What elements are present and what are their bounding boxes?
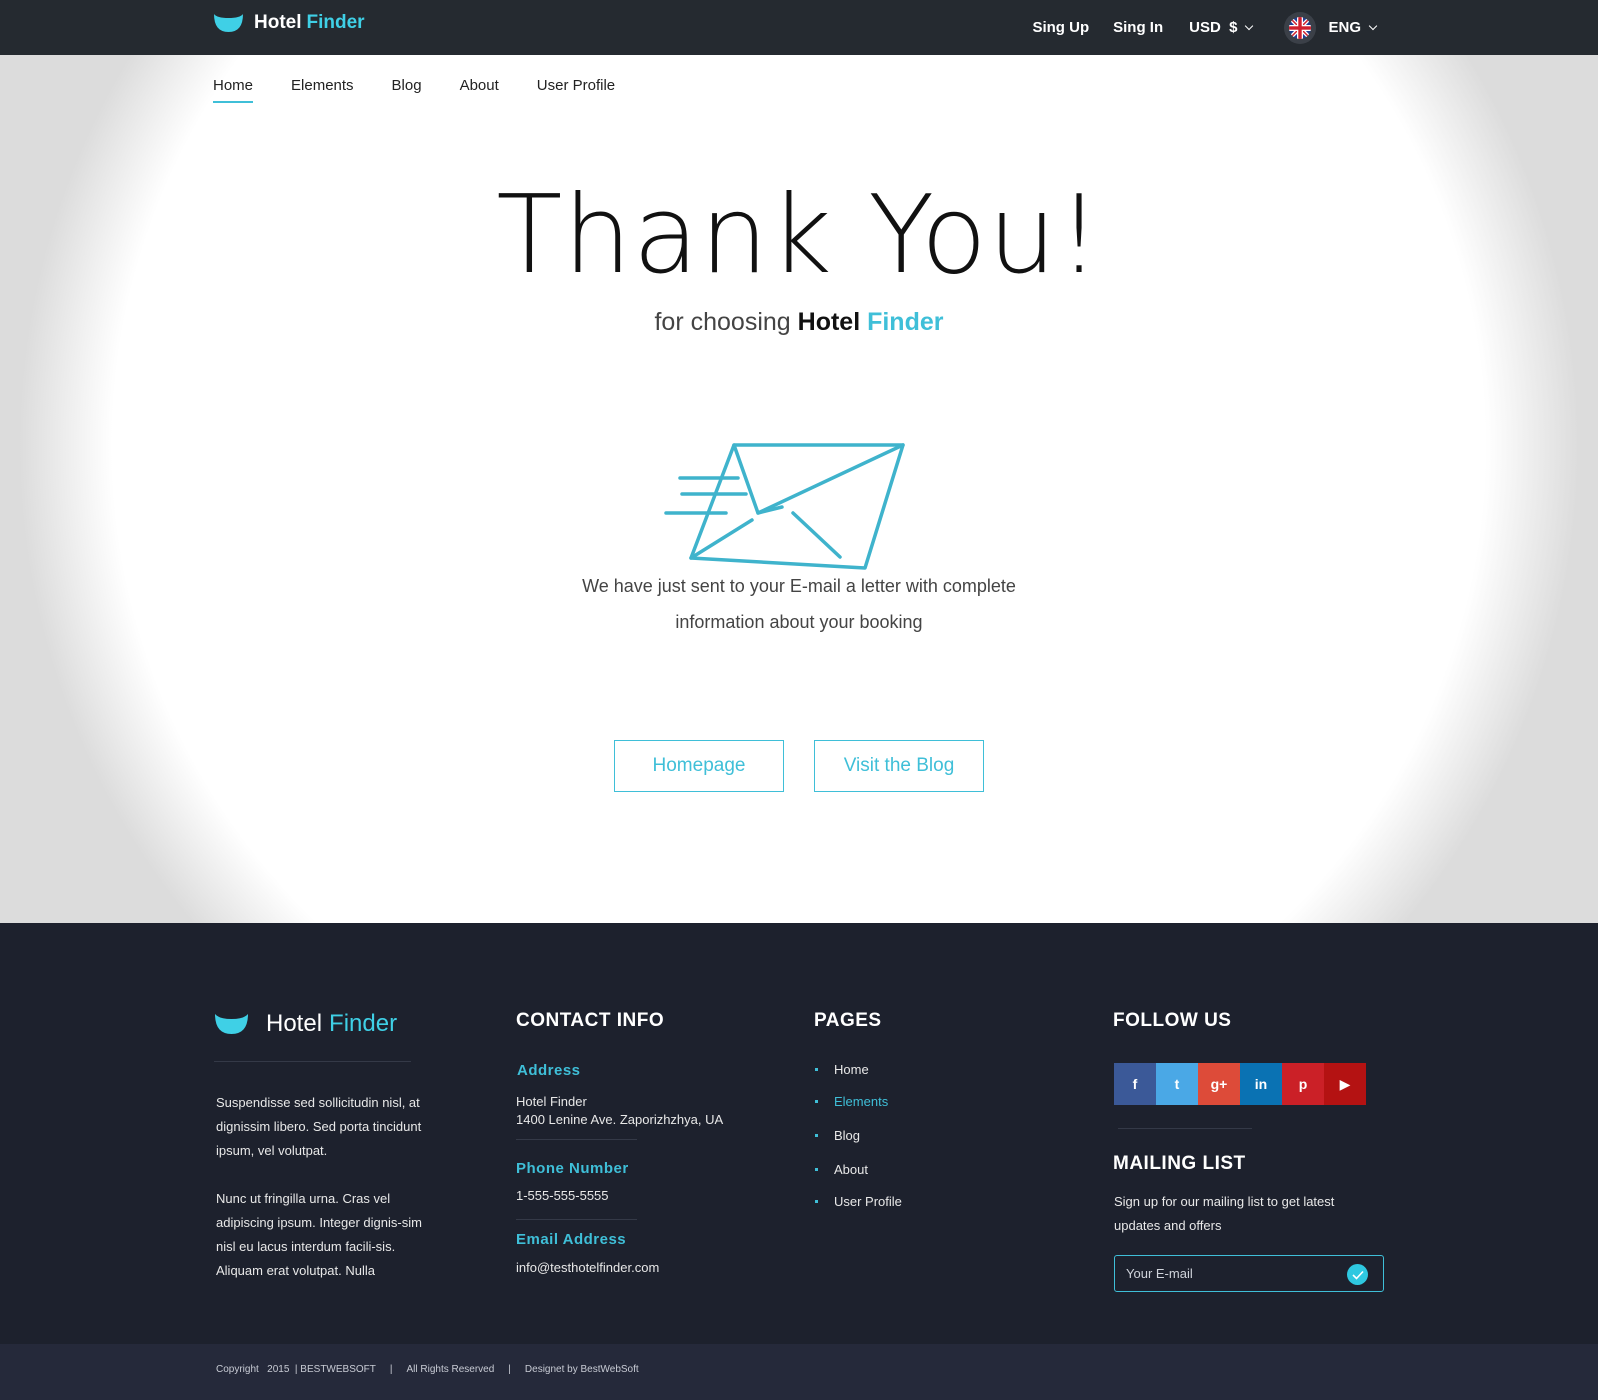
footer-link-elements[interactable]: Elements	[815, 1092, 902, 1110]
nav-item-home[interactable]: Home	[213, 77, 254, 103]
footer-brand-hotel: Hotel	[266, 1010, 323, 1037]
top-links: Sing Up Sing In USD $ ENG	[1008, 0, 1378, 55]
copyright-part-1: Copyright 2015 | BESTWEBSOFT	[216, 1364, 376, 1375]
linkedin-button[interactable]: in	[1240, 1063, 1282, 1105]
main-content: Home Elements Blog About User Profile Th…	[0, 55, 1598, 923]
main-nav: Home Elements Blog About User Profile	[213, 77, 653, 103]
address-text: Hotel Finder 1400 Lenine Ave. Zaporizhzh…	[516, 1093, 723, 1129]
checkmark-icon	[1351, 1270, 1364, 1280]
newsletter-form	[1114, 1255, 1384, 1292]
email-label: Email Address	[516, 1231, 627, 1248]
footer-brand-finder: Finder	[329, 1010, 398, 1037]
linkedin-icon: in	[1254, 1076, 1268, 1092]
subtitle-prefix: for choosing	[654, 308, 791, 336]
bullet-icon	[815, 1099, 818, 1103]
address-label: Address	[517, 1062, 581, 1079]
address-line-1: Hotel Finder	[516, 1094, 587, 1109]
sign-in-link[interactable]: Sing In	[1113, 19, 1163, 36]
brand-word-finder: Finder	[306, 12, 365, 33]
social-links: f t g+ in p ▶	[1114, 1063, 1366, 1105]
footer-link-label: Home	[834, 1061, 869, 1077]
google-plus-icon: g+	[1210, 1076, 1228, 1092]
footer-about-text: Suspendisse sed sollicitudin nisl, at di…	[216, 1091, 426, 1283]
footer-divider	[1118, 1128, 1252, 1129]
subtitle-brand-finder: Finder	[867, 308, 944, 336]
google-plus-button[interactable]: g+	[1198, 1063, 1240, 1105]
bullet-icon	[815, 1133, 818, 1137]
confirmation-message: We have just sent to your E-mail a lette…	[0, 568, 1598, 640]
youtube-button[interactable]: ▶	[1324, 1063, 1366, 1105]
twitter-icon: t	[1174, 1076, 1180, 1092]
copyright-text: Copyright 2015 | BESTWEBSOFT | All Right…	[216, 1364, 653, 1375]
nav-item-elements[interactable]: Elements	[291, 77, 354, 103]
page-title: Thank You!	[496, 173, 1102, 298]
sign-up-link[interactable]: Sing Up	[1032, 19, 1089, 36]
pinterest-icon: p	[1298, 1076, 1308, 1092]
chevron-down-icon	[1245, 21, 1254, 30]
mailing-list-description: Sign up for our mailing list to get late…	[1114, 1194, 1335, 1233]
uk-flag-icon	[1284, 11, 1317, 44]
twitter-button[interactable]: t	[1156, 1063, 1198, 1105]
copyright-bar: Copyright 2015 | BESTWEBSOFT | All Right…	[0, 1344, 1598, 1400]
newsletter-submit-button[interactable]	[1347, 1264, 1368, 1285]
footer-divider	[516, 1219, 637, 1220]
language-label: ENG	[1328, 19, 1361, 36]
copyright-part-2: All Rights Reserved	[406, 1364, 495, 1375]
top-bar: Hotel Finder Sing Up Sing In USD $ ENG	[0, 0, 1598, 55]
bullet-icon	[815, 1167, 818, 1171]
brand-word-hotel: Hotel	[254, 12, 302, 33]
pages-heading: PAGES	[814, 1010, 882, 1031]
envelope-icon	[664, 443, 905, 570]
currency-select[interactable]: USD $	[1189, 19, 1254, 36]
phone-text: 1-555-555-5555	[516, 1188, 609, 1203]
nav-item-about[interactable]: About	[460, 77, 499, 103]
pinterest-button[interactable]: p	[1282, 1063, 1324, 1105]
currency-label: USD $	[1189, 19, 1238, 36]
message-line-2: information about your booking	[675, 612, 923, 632]
footer: Hotel Finder Suspendisse sed sollicitudi…	[0, 923, 1598, 1344]
youtube-icon: ▶	[1339, 1075, 1351, 1092]
footer-link-label: Elements	[834, 1093, 889, 1109]
address-line-2: 1400 Lenine Ave. Zaporizhzhya, UA	[516, 1112, 724, 1127]
nav-item-blog[interactable]: Blog	[392, 77, 422, 103]
bullet-icon	[815, 1067, 818, 1071]
bullet-icon	[815, 1199, 818, 1203]
logo-icon	[215, 1014, 248, 1034]
copyright-separator: |	[389, 1364, 393, 1375]
phone-label: Phone Number	[516, 1160, 629, 1177]
brand-logo[interactable]: Hotel Finder	[213, 12, 365, 34]
about-paragraph-1: Suspendisse sed sollicitudin nisl, at di…	[216, 1095, 422, 1158]
footer-divider	[214, 1061, 411, 1062]
footer-link-about[interactable]: About	[815, 1160, 902, 1178]
footer-link-blog[interactable]: Blog	[815, 1126, 902, 1144]
footer-divider	[516, 1139, 637, 1140]
about-paragraph-2: Nunc ut fringilla urna. Cras vel adipisc…	[216, 1191, 422, 1278]
facebook-button[interactable]: f	[1114, 1063, 1156, 1105]
language-select[interactable]: ENG	[1284, 11, 1378, 44]
copyright-designer: Designet by BestWebSoft	[524, 1364, 639, 1375]
page-subtitle: for choosing Hotel Finder	[0, 308, 1598, 337]
nav-item-user-profile[interactable]: User Profile	[537, 77, 615, 103]
chevron-down-icon	[1368, 21, 1378, 30]
email-link[interactable]: info@testhotelfinder.com	[516, 1259, 659, 1277]
footer-link-label: Blog	[834, 1127, 861, 1143]
mailing-list-heading: MAILING LIST	[1113, 1153, 1246, 1174]
copyright-separator: |	[508, 1364, 511, 1375]
subtitle-brand-hotel: Hotel	[797, 308, 861, 336]
message-line-1: We have just sent to your E-mail a lette…	[582, 576, 1016, 596]
footer-brand-logo[interactable]: Hotel Finder	[214, 1010, 397, 1038]
footer-link-user-profile[interactable]: User Profile	[815, 1192, 902, 1210]
logo-icon	[214, 14, 243, 32]
visit-blog-button[interactable]: Visit the Blog	[814, 740, 984, 792]
footer-link-home[interactable]: Home	[815, 1060, 902, 1078]
newsletter-email-input[interactable]	[1115, 1256, 1345, 1291]
facebook-icon: f	[1132, 1076, 1138, 1092]
footer-link-label: User Profile	[834, 1193, 902, 1209]
pages-list: Home Elements Blog About User Profile	[815, 1060, 902, 1224]
footer-link-label: About	[834, 1161, 868, 1177]
homepage-button[interactable]: Homepage	[614, 740, 784, 792]
follow-us-heading: FOLLOW US	[1113, 1010, 1232, 1031]
contact-info-heading: CONTACT INFO	[516, 1010, 665, 1031]
